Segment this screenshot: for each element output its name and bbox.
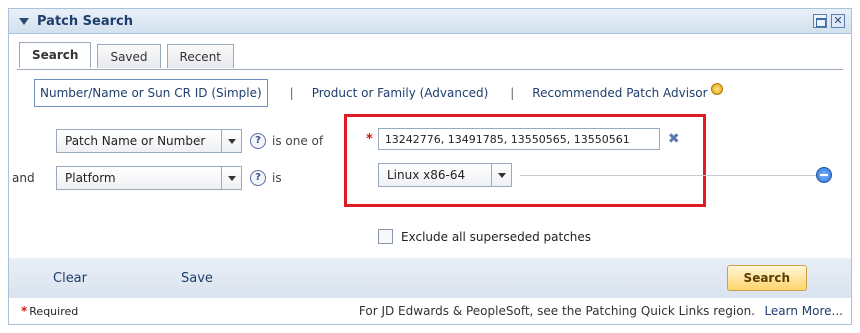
mode-separator: | xyxy=(289,86,294,100)
mode-advisor-link[interactable]: Recommended Patch Advisor xyxy=(532,86,707,100)
operator-label: is one of xyxy=(272,134,324,148)
criteria-row-patch: Patch Name or Number ? is one of xyxy=(12,129,323,153)
clear-field-icon[interactable]: ✖ xyxy=(668,131,680,147)
window-controls: ✕ xyxy=(813,14,845,28)
row-connector-line xyxy=(520,174,820,176)
mode-advanced-link[interactable]: Product or Family (Advanced) xyxy=(312,86,489,100)
tab-recent[interactable]: Recent xyxy=(166,44,235,68)
maximize-icon[interactable] xyxy=(813,14,827,28)
platform-value-row: Linux x86-64 xyxy=(378,163,832,187)
action-bar: Clear Save Search xyxy=(8,258,852,298)
field-select-value: Patch Name or Number xyxy=(65,134,206,148)
clear-button[interactable]: Clear xyxy=(53,271,87,286)
mode-separator: | xyxy=(510,86,515,100)
learn-more-link[interactable]: Learn More... xyxy=(764,304,843,318)
required-marker: * xyxy=(366,131,373,147)
footer-info-text: For JD Edwards & PeopleSoft, see the Pat… xyxy=(358,304,755,318)
exclude-superseded-option[interactable]: Exclude all superseded patches xyxy=(378,229,591,244)
tab-search[interactable]: Search xyxy=(19,42,92,68)
collapse-triangle-icon[interactable] xyxy=(19,17,29,25)
criteria-row-platform: and Platform ? is xyxy=(12,166,282,190)
help-icon[interactable]: ? xyxy=(250,133,266,149)
remove-criteria-icon[interactable] xyxy=(816,167,832,183)
help-icon[interactable]: ? xyxy=(250,170,266,186)
panel-header[interactable]: Patch Search ✕ xyxy=(8,8,852,34)
field-select-platform[interactable]: Platform xyxy=(56,166,242,190)
exclude-superseded-checkbox[interactable] xyxy=(378,229,393,244)
operator-label: is xyxy=(272,171,282,185)
footer-bar: * Required For JD Edwards & PeopleSoft, … xyxy=(8,298,852,325)
search-mode-selector: Number/Name or Sun CR ID (Simple) | Prod… xyxy=(34,79,723,107)
search-button[interactable]: Search xyxy=(726,265,807,291)
tab-divider xyxy=(17,69,843,70)
required-label: Required xyxy=(29,304,79,318)
chevron-down-icon[interactable] xyxy=(491,164,511,186)
close-icon[interactable]: ✕ xyxy=(831,14,845,28)
patch-numbers-input[interactable]: 13242776, 13491785, 13550565, 13550561 xyxy=(377,128,660,150)
exclude-superseded-label: Exclude all superseded patches xyxy=(401,229,592,244)
panel-title: Patch Search xyxy=(37,13,133,29)
field-select-patch[interactable]: Patch Name or Number xyxy=(56,129,242,153)
patch-value-row: * 13242776, 13491785, 13550565, 13550561… xyxy=(366,128,680,150)
new-feature-star-icon xyxy=(710,83,723,95)
chevron-down-icon[interactable] xyxy=(221,130,241,152)
conjunction-label: and xyxy=(12,171,35,185)
required-marker: * xyxy=(21,304,28,318)
tab-saved[interactable]: Saved xyxy=(97,44,161,68)
chevron-down-icon[interactable] xyxy=(221,167,241,189)
save-button[interactable]: Save xyxy=(181,271,213,286)
platform-value-select[interactable]: Linux x86-64 xyxy=(378,163,512,187)
tab-bar: Search Saved Recent xyxy=(19,42,240,68)
platform-value: Linux x86-64 xyxy=(387,168,466,182)
mode-simple-link[interactable]: Number/Name or Sun CR ID (Simple) xyxy=(34,79,268,107)
field-select-value: Platform xyxy=(65,171,116,185)
